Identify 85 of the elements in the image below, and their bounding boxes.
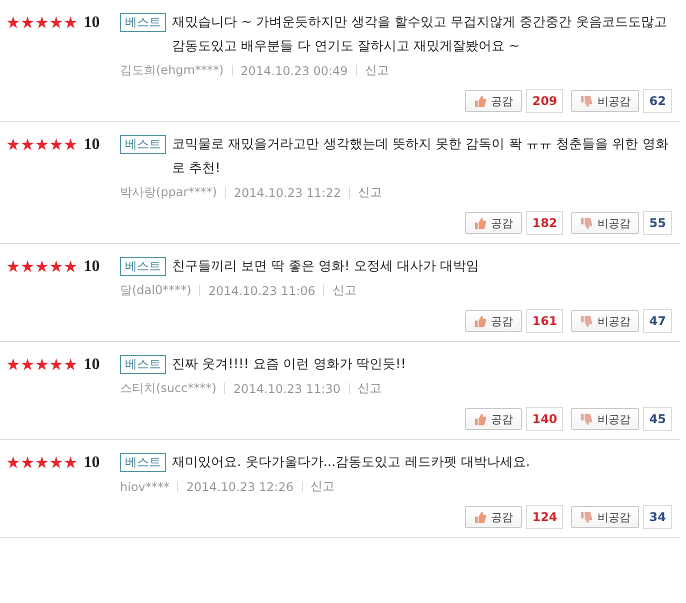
report-link[interactable]: 신고	[364, 62, 389, 79]
author-name: hiov****	[120, 480, 170, 494]
review-date: 2014.10.23 11:30	[233, 382, 341, 396]
star-icon: ★	[6, 137, 20, 153]
rating-score: 10	[84, 258, 100, 276]
thumbs-up-icon	[474, 314, 488, 328]
dislike-count: 34	[643, 505, 672, 529]
star-icon: ★	[20, 15, 35, 31]
thumbs-down-icon	[580, 510, 594, 524]
like-button[interactable]: 공감	[465, 310, 522, 332]
star-icon: ★	[49, 455, 64, 471]
thumbs-up-icon	[474, 94, 488, 108]
star-icon: ★	[34, 357, 50, 373]
thumbs-down-icon	[580, 412, 594, 426]
dislike-count: 45	[643, 407, 672, 431]
like-count: 140	[526, 407, 564, 431]
rating-score: 10	[84, 14, 100, 32]
star-icon: ★	[63, 259, 78, 275]
star-icon: ★	[63, 357, 78, 373]
star-icon: ★	[49, 259, 64, 275]
dislike-count: 55	[643, 211, 672, 235]
rating-score: 10	[84, 136, 100, 154]
like-count: 124	[526, 505, 564, 529]
like-count: 161	[526, 309, 564, 333]
star-icon: ★	[6, 455, 20, 471]
best-badge: 베스트	[120, 135, 166, 154]
best-badge: 베스트	[120, 257, 166, 276]
star-icon: ★	[20, 455, 35, 471]
dislike-count: 47	[643, 309, 672, 333]
star-icon: ★	[49, 15, 64, 31]
like-button[interactable]: 공감	[465, 90, 522, 112]
dislike-button[interactable]: 비공감	[571, 310, 640, 332]
review-date: 2014.10.23 11:06	[208, 284, 316, 298]
review-text: 진짜 웃겨!!!! 요즘 이런 영화가 딱인듯!!	[172, 356, 407, 374]
star-icon: ★	[34, 15, 50, 31]
best-badge: 베스트	[120, 355, 166, 374]
dislike-button[interactable]: 비공감	[571, 90, 640, 112]
dislike-button[interactable]: 비공감	[571, 212, 640, 234]
thumbs-down-icon	[580, 314, 594, 328]
star-icon: ★	[6, 357, 20, 373]
thumbs-up-icon	[474, 510, 488, 524]
thumbs-down-icon	[580, 216, 594, 230]
review-text: 재밌습니다 ~ 가벼운듯하지만 생각을 할수있고 무겁지않게 중간중간 웃음코드도많고 감동도있고 배우분들 다 연기도 잘하시고 재밌게잘봤어요 ~	[172, 14, 668, 56]
star-icon: ★	[6, 259, 20, 275]
review-date: 2014.10.23 11:22	[234, 186, 341, 200]
thumbs-up-icon	[474, 412, 488, 426]
review-text: 친구들끼리 보면 딱 좋은 영화! 오정세 대사가 대박임	[172, 258, 480, 276]
star-icon: ★	[20, 357, 35, 373]
report-link[interactable]: 신고	[332, 282, 356, 299]
star-icon: ★	[34, 137, 50, 153]
thumbs-up-icon	[474, 216, 488, 230]
author-name: 달(dal0****)	[120, 282, 192, 299]
star-icon: ★	[63, 455, 78, 471]
star-icon: ★	[34, 455, 50, 471]
star-icon: ★	[34, 259, 50, 275]
dislike-count: 62	[643, 89, 672, 113]
best-badge: 베스트	[120, 13, 166, 32]
report-link[interactable]: 신고	[358, 380, 382, 397]
author-name: 스티치(succ****)	[120, 380, 216, 397]
review-date: 2014.10.23 00:49	[240, 64, 348, 78]
like-count: 182	[526, 211, 564, 235]
star-icon: ★	[49, 357, 64, 373]
report-link[interactable]: 신고	[310, 478, 334, 495]
thumbs-down-icon	[580, 94, 594, 108]
review-date: 2014.10.23 12:26	[186, 480, 294, 494]
review-text: 코믹물로 재밌을거라고만 생각했는데 뜻하지 못한 감독이 퐉 ㅠㅠ 청춘들을 위한 영화로 추천!	[172, 136, 670, 178]
star-icon: ★	[20, 137, 35, 153]
like-count: 209	[526, 89, 564, 113]
star-icon: ★	[20, 259, 35, 275]
report-link[interactable]: 신고	[358, 184, 382, 201]
author-name: 박사랑(ppar****)	[120, 184, 217, 201]
rating-score: 10	[84, 356, 100, 374]
like-button[interactable]: 공감	[465, 506, 522, 528]
review-text: 재미있어요. 웃다가울다가...감동도있고 레드카펫 대박나세요.	[172, 454, 532, 472]
star-icon: ★	[49, 137, 64, 153]
best-badge: 베스트	[120, 453, 166, 472]
star-icon: ★	[63, 15, 78, 31]
star-icon: ★	[6, 15, 20, 31]
author-name: 김도희(ehgm****)	[120, 62, 224, 79]
dislike-button[interactable]: 비공감	[571, 506, 640, 528]
star-icon: ★	[63, 137, 78, 153]
like-button[interactable]: 공감	[465, 408, 522, 430]
dislike-button[interactable]: 비공감	[571, 408, 640, 430]
like-button[interactable]: 공감	[465, 212, 522, 234]
rating-score: 10	[84, 454, 100, 472]
